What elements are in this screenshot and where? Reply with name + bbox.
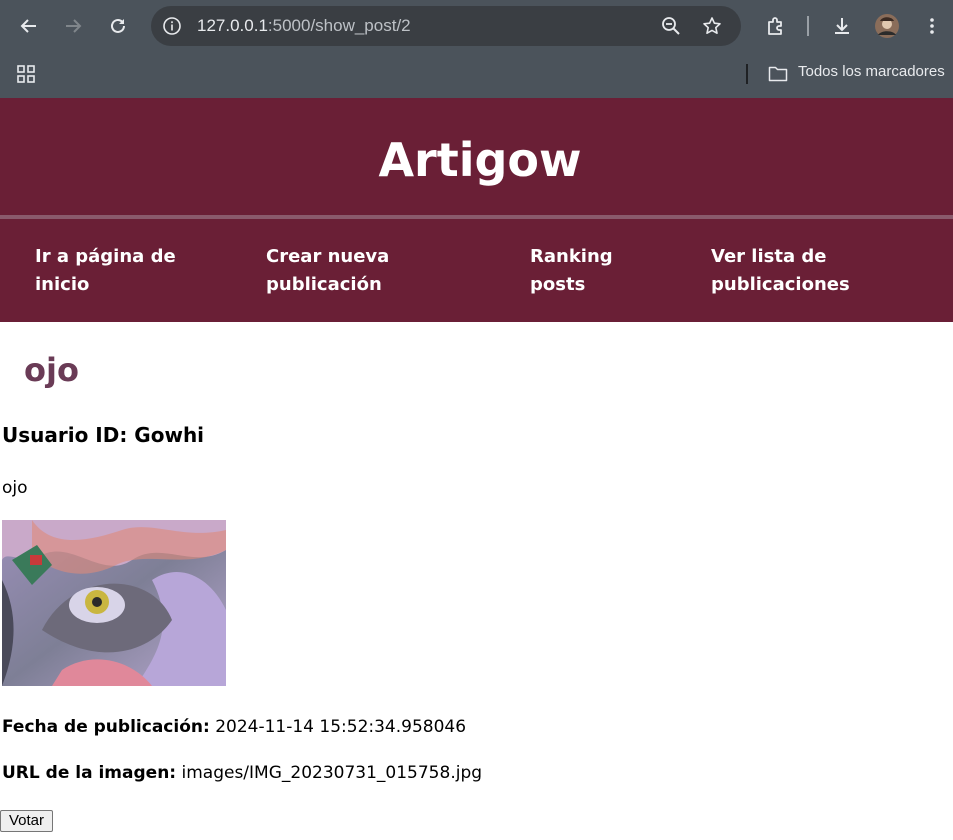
all-bookmarks-label[interactable]: Todos los marcadores xyxy=(798,62,945,82)
post-url-value: images/IMG_20230731_015758.jpg xyxy=(181,763,483,783)
extensions-icon[interactable] xyxy=(762,12,790,40)
post-date-line: Fecha de publicación: 2024-11-14 15:52:3… xyxy=(2,716,466,738)
url-text[interactable]: 127.0.0.1:5000/show_post/2 xyxy=(197,16,411,36)
site-title: Artigow xyxy=(378,133,582,187)
nav-item-ranking[interactable]: Ranking posts xyxy=(530,243,635,299)
apps-grid-icon[interactable] xyxy=(12,60,40,88)
post-body: ojo xyxy=(2,478,28,498)
browser-toolbar: 127.0.0.1:5000/show_post/2 xyxy=(0,0,953,52)
post-date-value: 2024-11-14 15:52:34.958046 xyxy=(215,717,467,737)
nav-item-home[interactable]: Ir a página de inicio xyxy=(35,243,225,299)
reload-icon[interactable] xyxy=(104,12,132,40)
url-host: 127.0.0.1 xyxy=(197,16,268,35)
nav-item-create-post[interactable]: Crear nueva publicación xyxy=(266,243,446,299)
browser-chrome: 127.0.0.1:5000/show_post/2 Todos los mar… xyxy=(0,0,953,98)
site-info-icon[interactable] xyxy=(158,12,186,40)
post-user-id: Usuario ID: Gowhi xyxy=(2,423,205,447)
nav-item-post-list[interactable]: Ver lista de publicaciones xyxy=(711,243,901,299)
star-bookmark-icon[interactable] xyxy=(698,12,726,40)
forward-arrow-icon[interactable] xyxy=(59,12,87,40)
folder-icon[interactable] xyxy=(764,60,792,88)
kebab-menu-icon[interactable] xyxy=(918,12,946,40)
vote-button[interactable]: Votar xyxy=(0,810,53,832)
post-date-label: Fecha de publicación: xyxy=(2,717,210,737)
zoom-out-icon[interactable] xyxy=(657,12,685,40)
back-arrow-icon[interactable] xyxy=(15,12,43,40)
bookmarks-divider xyxy=(746,64,748,84)
address-bar[interactable]: 127.0.0.1:5000/show_post/2 xyxy=(151,6,741,46)
post-url-line: URL de la imagen: images/IMG_20230731_01… xyxy=(2,762,482,784)
toolbar-divider xyxy=(807,16,809,36)
post-title: ojo xyxy=(24,351,79,389)
url-path: :5000/show_post/2 xyxy=(267,16,411,35)
download-icon[interactable] xyxy=(828,12,856,40)
post-image xyxy=(2,520,226,686)
post-url-label: URL de la imagen: xyxy=(2,763,177,783)
profile-avatar[interactable] xyxy=(873,12,901,40)
